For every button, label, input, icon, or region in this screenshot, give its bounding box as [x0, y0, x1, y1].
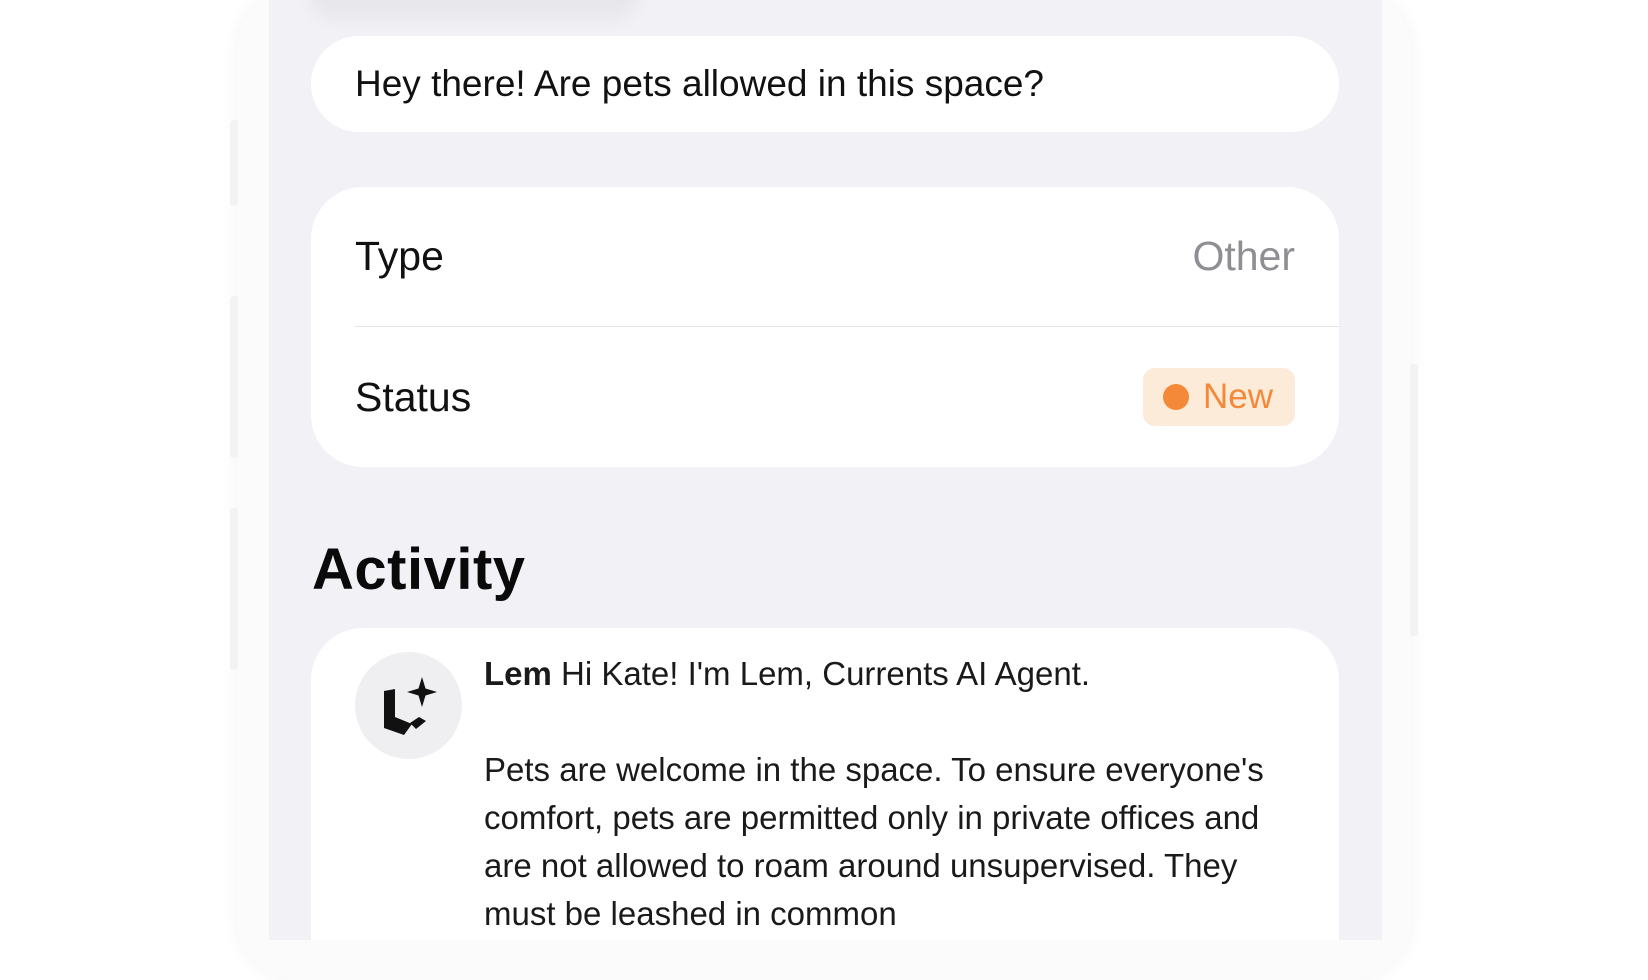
activity-section-title: Activity — [312, 537, 526, 602]
top-element-shadow — [309, 0, 639, 20]
type-label: Type — [355, 233, 444, 279]
activity-message: Lem Hi Kate! I'm Lem, Currents AI Agent.… — [484, 650, 1304, 938]
device-side-button — [230, 508, 238, 670]
lem-ai-logo-icon — [383, 676, 437, 735]
request-details-card: Type Other Status New — [311, 187, 1339, 467]
status-badge[interactable]: New — [1142, 368, 1295, 426]
type-value: Other — [1192, 233, 1295, 279]
status-value: New — [1202, 377, 1273, 416]
device-side-button — [1410, 364, 1418, 636]
type-row[interactable]: Type Other — [355, 187, 1295, 326]
avatar — [355, 652, 462, 759]
status-dot-icon — [1162, 384, 1189, 410]
request-message-text: Hey there! Are pets allowed in this spac… — [355, 63, 1044, 104]
app-screen: Hey there! Are pets allowed in this spac… — [269, 0, 1382, 940]
activity-body: Pets are welcome in the space. To ensure… — [484, 751, 1264, 932]
activity-greeting: Hi Kate! I'm Lem, Currents AI Agent. — [561, 655, 1091, 692]
activity-header-line: Lem Hi Kate! I'm Lem, Currents AI Agent. — [484, 650, 1304, 698]
device-side-button — [230, 120, 238, 206]
status-label: Status — [355, 373, 472, 420]
device-side-button — [230, 296, 238, 458]
activity-entry: Lem Hi Kate! I'm Lem, Currents AI Agent.… — [311, 628, 1339, 940]
status-row[interactable]: Status New — [355, 327, 1295, 467]
request-message-card: Hey there! Are pets allowed in this spac… — [311, 36, 1339, 132]
activity-author: Lem — [484, 655, 552, 692]
